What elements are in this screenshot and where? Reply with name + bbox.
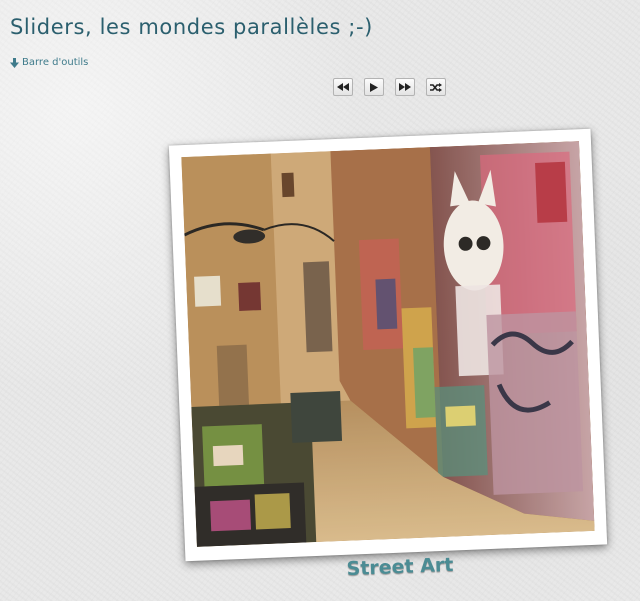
fast-forward-icon xyxy=(399,83,411,91)
slide-photo xyxy=(181,141,595,547)
rewind-icon xyxy=(337,83,349,91)
next-button[interactable] xyxy=(395,78,415,96)
page-title: Sliders, les mondes parallèles ;-) xyxy=(10,15,373,39)
shuffle-button[interactable] xyxy=(426,78,446,96)
arrow-down-icon xyxy=(10,57,19,68)
previous-button[interactable] xyxy=(333,78,353,96)
slide-caption: Street Art xyxy=(346,553,454,581)
play-button[interactable] xyxy=(364,78,384,96)
play-icon xyxy=(370,82,378,92)
shuffle-icon xyxy=(430,82,442,92)
slider-controls xyxy=(333,78,446,96)
toolbar-toggle-link[interactable]: Barre d'outils xyxy=(10,57,88,68)
photo-frame xyxy=(168,128,608,562)
toolbar-toggle-label: Barre d'outils xyxy=(22,57,89,68)
slide-card[interactable] xyxy=(168,128,608,562)
